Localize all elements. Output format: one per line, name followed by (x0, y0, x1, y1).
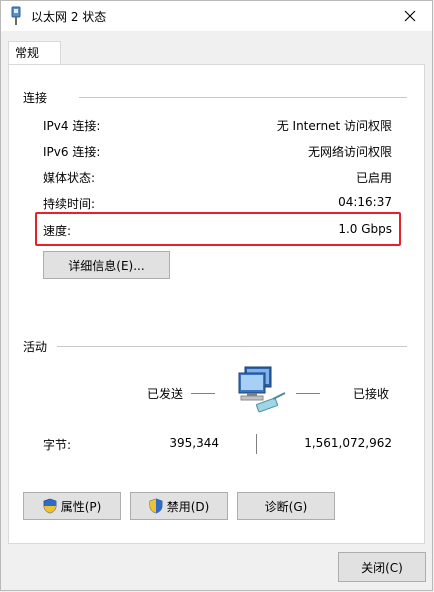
ipv6-value: 无网络访问权限 (307, 145, 392, 159)
tab-general[interactable]: 常规 (8, 41, 61, 65)
close-button[interactable]: 关闭(C) (338, 552, 426, 582)
duration-value: 04:16:37 (338, 195, 392, 209)
general-panel: 连接 IPv4 连接: 无 Internet 访问权限 IPv6 连接: 无网络… (8, 64, 425, 544)
speed-value: 1.0 Gbps (338, 222, 392, 236)
window-title: 以太网 2 状态 (31, 10, 107, 24)
disable-button-label: 禁用(D) (166, 499, 210, 514)
details-button[interactable]: 详细信息(E)... (43, 251, 170, 279)
bytes-sent-value: 395,344 (169, 436, 219, 450)
connection-section-title: 连接 (23, 91, 48, 105)
status-dialog: 以太网 2 状态 常规 连接 IPv4 连接: 无 Internet 访问权限 … (0, 0, 433, 591)
uac-shield-icon (43, 498, 57, 514)
title-close-button[interactable] (388, 1, 432, 31)
sent-connector-line (191, 393, 215, 394)
diagnose-button[interactable]: 诊断(G) (237, 492, 335, 520)
activity-divider (57, 346, 407, 347)
activity-separator (256, 434, 257, 454)
title-bar: 以太网 2 状态 (1, 1, 432, 31)
bytes-received-value: 1,561,072,962 (304, 436, 392, 450)
close-icon (404, 10, 416, 22)
ipv6-label: IPv6 连接: (43, 145, 101, 159)
ipv4-value: 无 Internet 访问权限 (276, 119, 392, 133)
received-label: 已接收 (353, 387, 390, 401)
ipv4-label: IPv4 连接: (43, 119, 101, 133)
network-computers-icon (238, 366, 286, 413)
received-connector-line (296, 393, 320, 394)
ethernet-adapter-icon (11, 6, 21, 25)
disable-button[interactable]: 禁用(D) (130, 492, 228, 520)
speed-label: 速度: (43, 224, 72, 238)
duration-label: 持续时间: (43, 197, 96, 211)
connection-divider (79, 97, 407, 98)
uac-shield-icon (149, 498, 163, 514)
properties-button-label: 属性(P) (60, 499, 102, 514)
bytes-label: 字节: (43, 438, 72, 452)
media-state-label: 媒体状态: (43, 171, 96, 185)
media-state-value: 已启用 (355, 171, 392, 185)
properties-button[interactable]: 属性(P) (23, 492, 121, 520)
activity-section-title: 活动 (23, 340, 48, 354)
sent-label: 已发送 (147, 387, 184, 401)
